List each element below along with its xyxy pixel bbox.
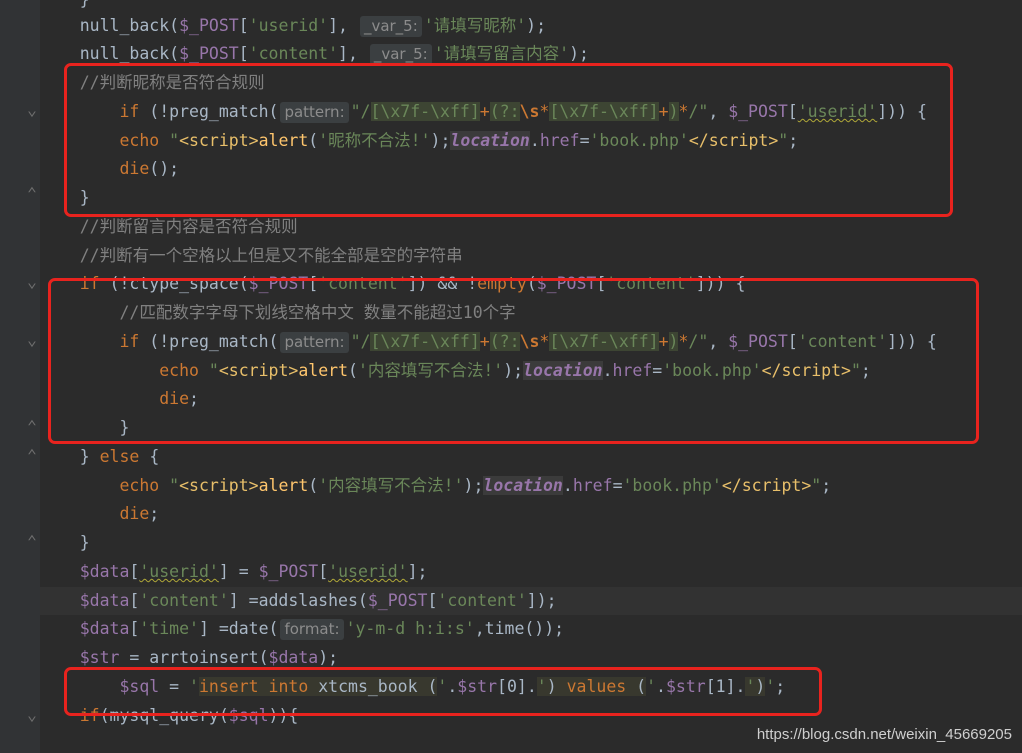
fold-icon[interactable]: ⌄	[27, 330, 39, 349]
fold-icon[interactable]: ⌃	[27, 532, 39, 551]
param-hint: _var_5:	[359, 16, 422, 37]
highlight-box	[48, 278, 979, 444]
highlight-box	[64, 667, 822, 716]
param-hint: _var_5:	[369, 44, 432, 65]
code-line[interactable]: echo "<script>alert('内容填写不合法!');location…	[40, 472, 1022, 500]
code-line[interactable]: }	[40, 529, 1022, 557]
code-line-current[interactable]: $data['content'] =addslashes($_POST['con…	[40, 587, 1022, 615]
fold-icon[interactable]: ⌄	[27, 705, 39, 724]
code-line[interactable]: die;	[40, 500, 1022, 528]
code-line[interactable]: $data['time'] =date(format:'y-m-d h:i:s'…	[40, 615, 1022, 643]
fold-icon[interactable]: ⌄	[27, 100, 39, 119]
code-line[interactable]: //判断有一个空格以上但是又不能全部是空的字符串	[40, 242, 1022, 270]
fold-icon[interactable]: ⌃	[27, 184, 39, 203]
code-line[interactable]: } else {	[40, 443, 1022, 471]
fold-icon[interactable]: ⌃	[27, 417, 39, 436]
watermark: https://blog.csdn.net/weixin_45669205	[756, 726, 1012, 743]
param-hint: format:	[280, 619, 344, 640]
code-line[interactable]: $data['userid'] = $_POST['userid'];	[40, 558, 1022, 586]
fold-icon[interactable]: ⌄	[27, 272, 39, 291]
editor-gutter: ⌄ ⌃ ⌄ ⌄ ⌃ ⌃ ⌃ ⌄	[0, 0, 40, 753]
code-line[interactable]: null_back($_POST['userid'], _var_5: '请填写昵…	[40, 12, 1022, 40]
highlight-box	[64, 63, 953, 217]
fold-icon[interactable]: ⌃	[27, 446, 39, 465]
code-line[interactable]: //判断留言内容是否符合规则	[40, 213, 1022, 241]
